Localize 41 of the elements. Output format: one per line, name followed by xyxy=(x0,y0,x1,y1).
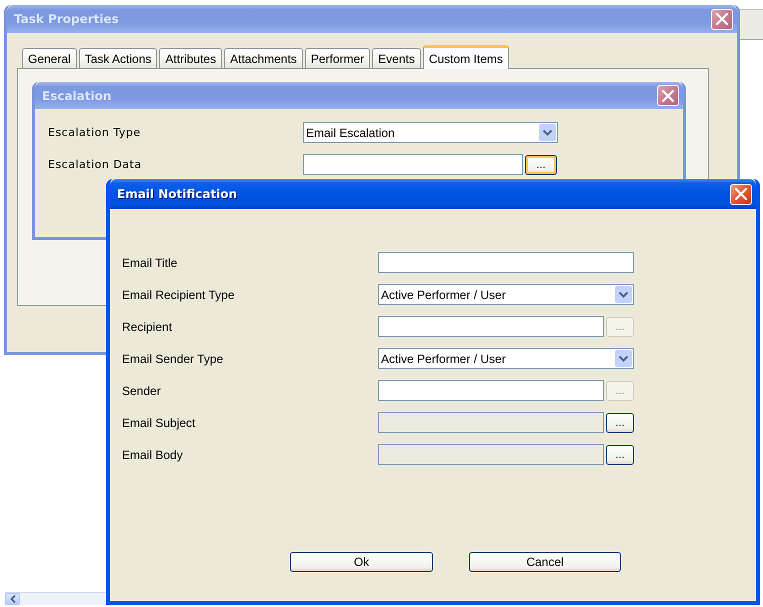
dialog-button[interactable]: Ok xyxy=(290,552,433,572)
close-icon xyxy=(735,188,747,200)
close-icon xyxy=(662,90,674,102)
text-field[interactable] xyxy=(378,380,604,401)
close-icon xyxy=(716,13,728,25)
close-button[interactable] xyxy=(657,85,679,106)
tab[interactable]: Task Actions xyxy=(78,48,158,69)
scroll-left-button[interactable] xyxy=(5,593,20,605)
field-label: Sender xyxy=(122,384,162,398)
tab[interactable]: Attachments xyxy=(224,48,303,69)
close-button[interactable] xyxy=(711,8,733,30)
tab[interactable]: Performer xyxy=(304,48,370,69)
text-field[interactable] xyxy=(378,316,604,337)
dropdown[interactable]: Active Performer / User xyxy=(378,348,634,369)
field-label: Email Recipient Type xyxy=(122,288,236,302)
field-label: Email Title xyxy=(122,256,178,270)
close-button[interactable] xyxy=(730,184,752,204)
text-field[interactable] xyxy=(303,154,523,175)
tab[interactable]: Events xyxy=(372,48,421,69)
dialog-button[interactable]: Cancel xyxy=(469,552,621,572)
window-title: Escalation xyxy=(42,88,112,102)
dropdown[interactable]: Active Performer / User xyxy=(378,284,634,305)
chevron-left-icon xyxy=(10,595,16,603)
chevron-down-icon xyxy=(615,350,632,367)
text-field[interactable] xyxy=(378,252,634,273)
chevron-down-icon xyxy=(539,124,556,141)
dropdown[interactable]: Email Escalation xyxy=(303,122,558,143)
window-title: Task Properties xyxy=(14,12,119,26)
field-label: Escalation Data xyxy=(48,158,143,171)
field-label: Email Subject xyxy=(122,416,196,430)
chevron-down-icon xyxy=(615,286,632,303)
field-label: Recipient xyxy=(122,320,174,334)
window-title: Email Notification xyxy=(117,187,238,201)
field-label: Email Sender Type xyxy=(122,352,224,366)
field-label: Email Body xyxy=(122,448,184,462)
field-label: Escalation Type xyxy=(48,126,142,139)
tab[interactable]: Attributes xyxy=(159,48,222,69)
horizontal-scrollbar[interactable] xyxy=(5,592,106,605)
tab[interactable]: General xyxy=(22,48,77,69)
browse-button[interactable]: ... xyxy=(525,154,557,174)
tab[interactable]: Custom Items xyxy=(422,45,509,69)
